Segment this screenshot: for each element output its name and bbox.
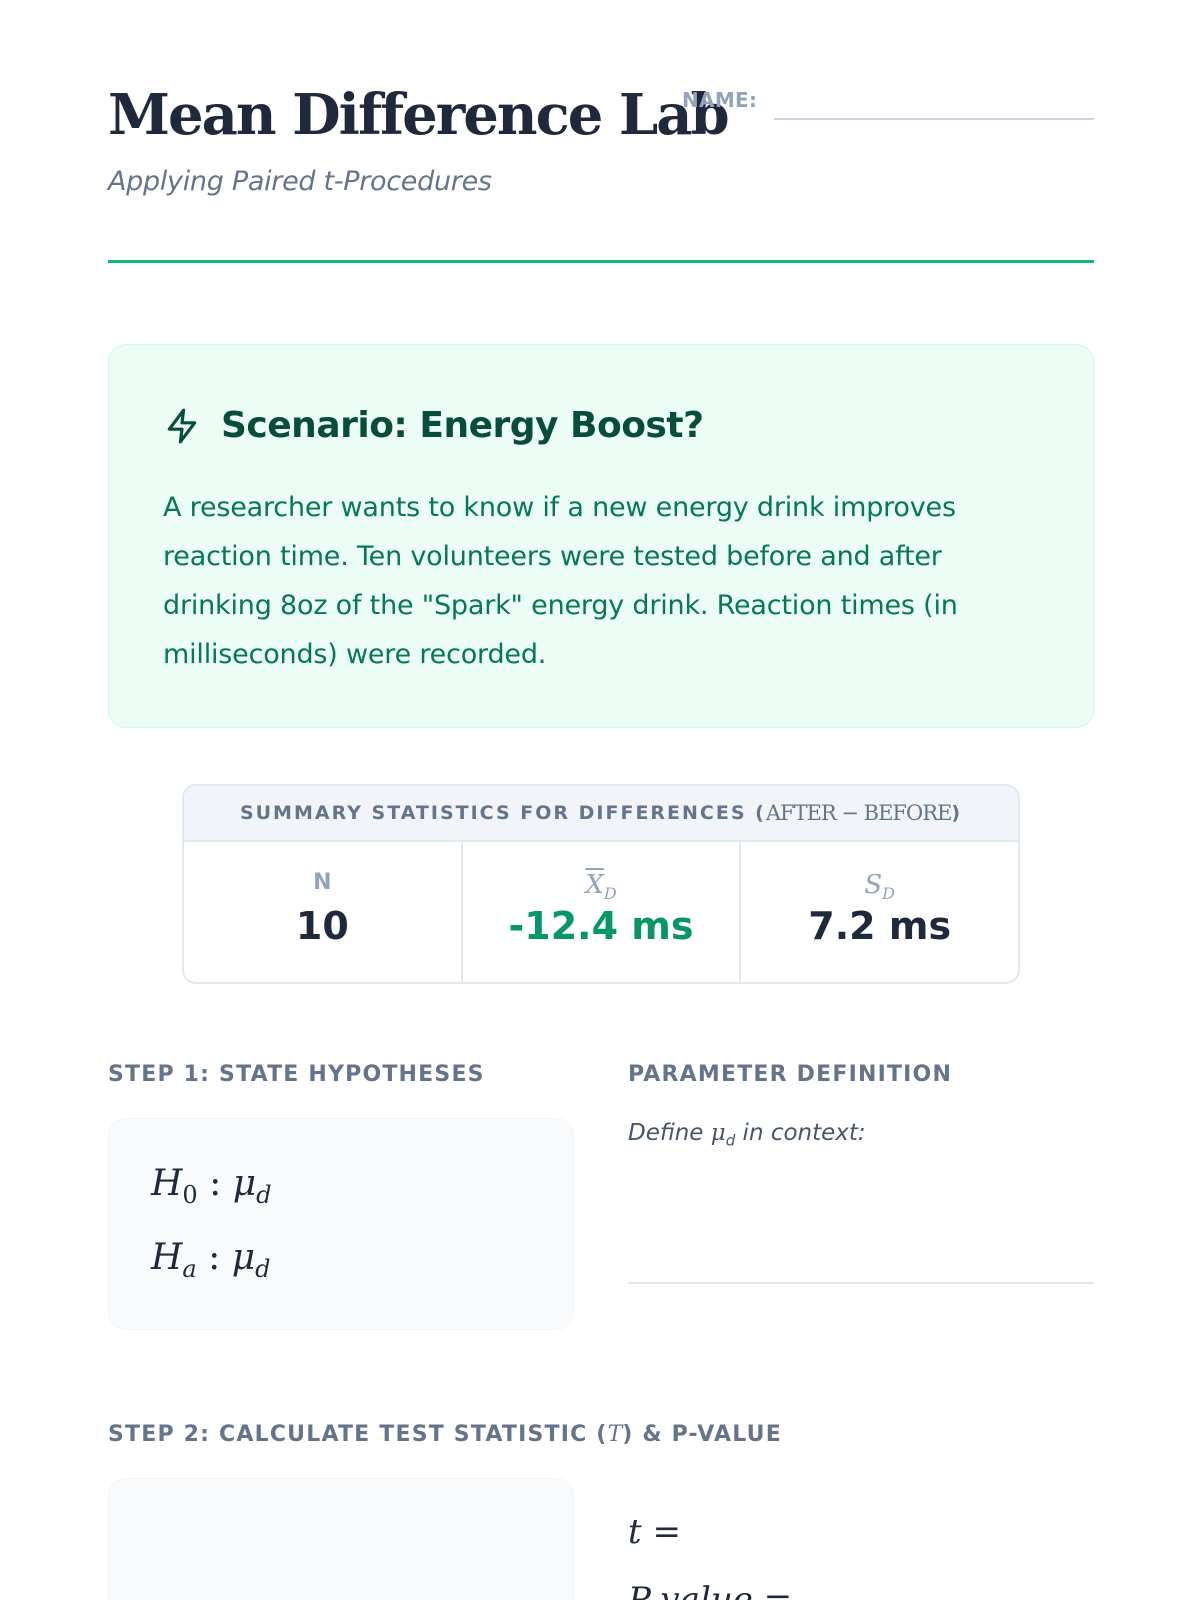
- ha-symbol: H: [151, 1237, 183, 1278]
- parameter-prompt-subscript: d: [725, 1131, 736, 1150]
- stat-label-n: N: [313, 870, 332, 895]
- step2-heading: STEP 2: CALCULATE TEST STATISTIC (T) & P…: [108, 1422, 782, 1447]
- stat-label-mean-subscript: D: [603, 884, 617, 904]
- summary-heading-close: ): [951, 802, 963, 824]
- name-field-line[interactable]: [774, 118, 1094, 120]
- t-statistic-expression: t =: [628, 1512, 681, 1552]
- name-label: NAME:: [682, 88, 758, 112]
- stat-cell-n: N 10: [184, 842, 463, 982]
- parameter-prompt-mu: μ: [710, 1120, 726, 1146]
- stat-cell-mean-difference: XD -12.4 ms: [463, 842, 742, 982]
- ha-mu-subscript: d: [255, 1255, 271, 1284]
- null-hypothesis: H0 : μd: [151, 1163, 272, 1209]
- step2-heading-post: ) & P-VALUE: [622, 1422, 782, 1447]
- stat-label-std-deviation: SD: [741, 870, 1018, 903]
- alternative-hypothesis: Ha : μd: [151, 1237, 271, 1283]
- step1-heading: STEP 1: STATE HYPOTHESES: [108, 1062, 485, 1087]
- ha-colon: :: [208, 1237, 221, 1278]
- page-title: Mean Difference Lab: [108, 82, 730, 148]
- summary-heading-text: SUMMARY STATISTICS FOR DIFFERENCES (: [239, 802, 766, 824]
- stat-label-sd-symbol: S: [864, 870, 883, 900]
- stat-value-mean-difference: -12.4 ms: [508, 904, 694, 948]
- summary-table-heading: SUMMARY STATISTICS FOR DIFFERENCES ( AFT…: [184, 786, 1018, 842]
- p-value-expression: P-value =: [628, 1580, 793, 1600]
- stat-value-n: 10: [295, 904, 349, 948]
- worksheet-page: Mean Difference Lab NAME: Applying Paire…: [108, 0, 1094, 1600]
- calculation-work-box[interactable]: [108, 1478, 574, 1600]
- parameter-prompt: Define μd in context:: [628, 1120, 866, 1150]
- stat-value-std-deviation: 7.2 ms: [808, 904, 952, 948]
- summary-statistics-table: SUMMARY STATISTICS FOR DIFFERENCES ( AFT…: [182, 784, 1020, 984]
- stat-cell-std-deviation: SD 7.2 ms: [741, 842, 1018, 982]
- stat-label-mean-difference: XD: [463, 870, 740, 903]
- parameter-prompt-post: in context:: [735, 1120, 866, 1146]
- h0-symbol: H: [151, 1163, 183, 1204]
- parameter-prompt-pre: Define: [628, 1120, 711, 1146]
- summary-cells: N 10 XD -12.4 ms SD 7.2 ms: [184, 842, 1018, 982]
- h0-colon: :: [209, 1163, 222, 1204]
- stat-label-mean-symbol: X: [585, 870, 604, 900]
- scenario-header: Scenario: Energy Boost?: [163, 405, 704, 446]
- summary-heading-math: AFTER − BEFORE: [765, 801, 953, 825]
- step2-heading-pre: STEP 2: CALCULATE TEST STATISTIC (: [108, 1422, 608, 1447]
- hypotheses-box[interactable]: H0 : μd Ha : μd: [108, 1118, 574, 1330]
- scenario-card: Scenario: Energy Boost? A researcher wan…: [108, 344, 1094, 728]
- scenario-title: Scenario: Energy Boost?: [221, 405, 704, 446]
- step2-heading-math: T: [607, 1422, 623, 1447]
- stat-label-sd-subscript: D: [882, 884, 895, 904]
- bolt-icon: [167, 408, 197, 443]
- parameter-answer-line[interactable]: [628, 1282, 1094, 1284]
- ha-mu: μ: [231, 1237, 256, 1278]
- h0-mu-subscript: d: [256, 1181, 272, 1210]
- h0-mu: μ: [232, 1163, 257, 1204]
- ha-subscript: a: [182, 1255, 197, 1284]
- parameter-definition-heading: PARAMETER DEFINITION: [628, 1062, 953, 1087]
- scenario-description: A researcher wants to know if a new ener…: [163, 492, 958, 670]
- page-subtitle: Applying Paired t-Procedures: [108, 166, 492, 197]
- header-divider: [108, 260, 1094, 263]
- h0-subscript: 0: [182, 1181, 198, 1210]
